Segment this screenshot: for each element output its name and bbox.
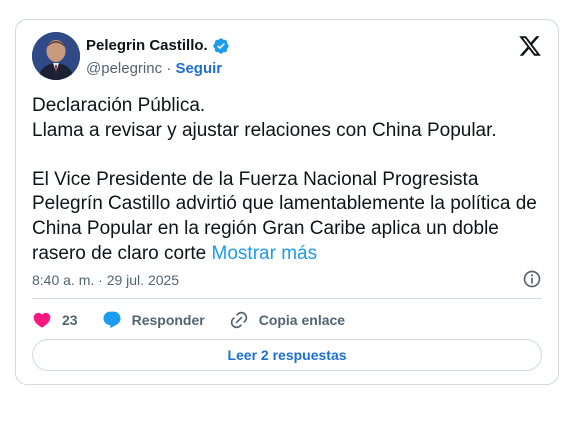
author-name-row[interactable]: Pelegrin Castillo. xyxy=(86,36,230,56)
divider xyxy=(32,298,542,299)
post-card[interactable]: Pelegrin Castillo. @pelegrinc · Seguir D… xyxy=(15,19,559,385)
link-icon xyxy=(230,311,247,329)
show-more-link[interactable]: Mostrar más xyxy=(212,243,318,264)
author-name[interactable]: Pelegrin Castillo. xyxy=(86,36,208,56)
copy-link-button[interactable]: Copia enlace xyxy=(229,308,345,332)
reply-button[interactable]: Responder xyxy=(102,308,205,332)
copy-link-label: Copia enlace xyxy=(258,312,346,328)
follow-button[interactable]: Seguir xyxy=(175,60,222,77)
action-bar: 23 Responder Copia enlace xyxy=(32,308,369,332)
post-line-2: Llama a revisar y ajustar relaciones con… xyxy=(32,119,497,141)
reply-label: Responder xyxy=(131,312,205,328)
author-handle-row: @pelegrinc · Seguir xyxy=(86,59,222,79)
read-replies-button[interactable]: Leer 2 respuestas xyxy=(32,339,542,371)
verified-badge-icon xyxy=(212,37,230,55)
avatar[interactable] xyxy=(32,32,80,80)
author-handle[interactable]: @pelegrinc xyxy=(86,60,162,77)
heart-icon xyxy=(33,312,51,328)
like-count: 23 xyxy=(62,312,78,328)
speech-bubble-icon xyxy=(103,311,121,329)
post-line-1: Declaración Pública. xyxy=(32,95,206,116)
read-replies-label: Leer 2 respuestas xyxy=(227,347,347,363)
info-icon[interactable] xyxy=(522,269,542,289)
post-text: Declaración Pública. Llama a revisar y a… xyxy=(32,94,547,266)
x-logo-icon[interactable] xyxy=(518,34,542,58)
like-button[interactable]: 23 xyxy=(32,308,78,332)
separator-dot: · xyxy=(166,60,172,77)
post-timestamp[interactable]: 8:40 a. m. · 29 jul. 2025 xyxy=(32,271,179,289)
